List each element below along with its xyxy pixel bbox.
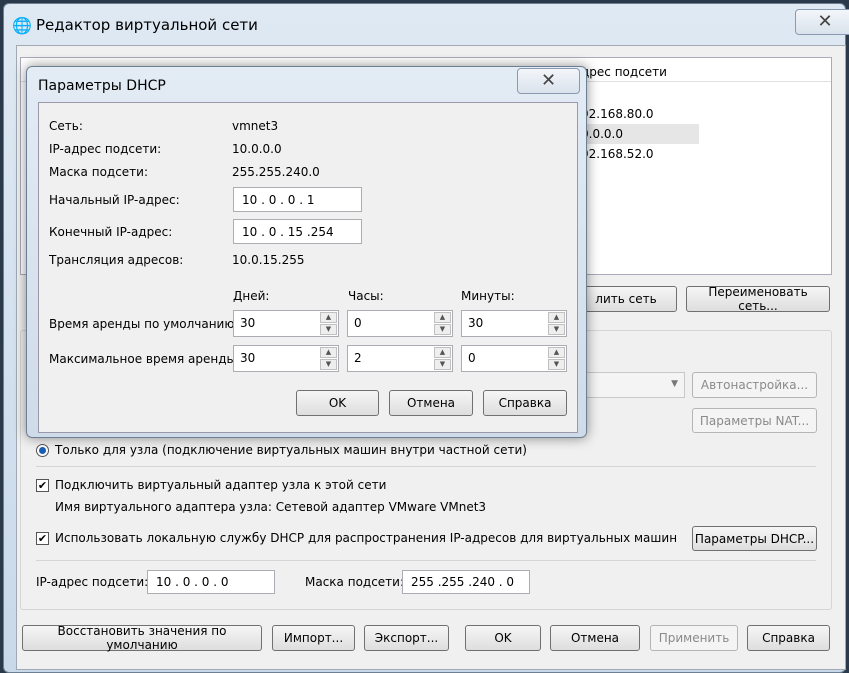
list-row[interactable]: 92.168.80.0 [581,107,654,121]
rename-network-button[interactable]: Переименовать сеть... [686,285,830,313]
network-value: vmnet3 [232,119,279,133]
nat-settings-button[interactable]: Параметры NAT... [692,408,817,433]
restore-defaults-button[interactable]: Восстановить значения по умолчанию [22,624,262,652]
adapter-name-text: Имя виртуального адаптера узла: Сетевой … [55,500,487,514]
broadcast-value: 10.0.15.255 [232,253,305,267]
chevron-down-icon: ▼ [671,379,678,389]
close-button[interactable]: ✕ [795,9,849,35]
up-arrow-icon[interactable]: ▲ [548,347,565,358]
default-hours-spinner[interactable]: 0 ▲ ▼ [347,310,453,337]
dialog-cancel-button[interactable]: Отмена [389,390,473,416]
down-arrow-icon[interactable]: ▼ [320,324,337,335]
use-dhcp-checkbox[interactable]: ✔ [36,532,49,545]
bridge-dropdown[interactable]: ▼ [580,372,685,398]
export-button[interactable]: Экспорт... [364,625,449,651]
max-days-spinner[interactable]: 30 ▲ ▼ [233,345,339,372]
end-ip-label: Конечный IP-адрес: [49,225,173,239]
max-hours-spinner[interactable]: 2 ▲ ▼ [347,345,453,372]
down-arrow-icon[interactable]: ▼ [548,359,565,370]
down-arrow-icon[interactable]: ▼ [548,324,565,335]
dhcp-settings-button[interactable]: Параметры DHCP... [692,526,817,551]
globe-icon: 🌐 [12,16,32,35]
use-dhcp-label: Использовать локальную службу DHCP для р… [55,531,678,545]
subnet-ip-input[interactable]: 10 . 0 . 0 . 0 [147,570,275,594]
dialog-panel: Сеть: vmnet3 IP-адрес подсети: 10.0.0.0 … [38,102,578,433]
help-button[interactable]: Справка [747,625,830,651]
up-arrow-icon[interactable]: ▲ [434,347,451,358]
window-title: Редактор виртуальной сети [36,16,258,34]
host-only-label: Только для узла (подключение виртуальных… [55,443,527,457]
list-row[interactable]: 0.0.0.0 [581,127,623,141]
connect-adapter-checkbox[interactable]: ✔ [36,479,49,492]
default-days-spinner[interactable]: 30 ▲ ▼ [233,310,339,337]
start-ip-label: Начальный IP-адрес: [49,193,180,207]
down-arrow-icon[interactable]: ▼ [434,359,451,370]
subnet-mask-label: Маска подсети: [305,575,405,589]
max-minutes-spinner[interactable]: 0 ▲ ▼ [461,345,567,372]
end-ip-input[interactable]: 10 . 0 . 15 .254 [233,219,362,244]
default-lease-label: Время аренды по умолчанию: [49,317,239,331]
dialog-close-button[interactable]: ✕ [517,68,580,94]
network-label: Сеть: [49,119,83,133]
subnet-ip-value: 10.0.0.0 [232,142,282,156]
mask-label: Маска подсети: [49,165,149,179]
up-arrow-icon[interactable]: ▲ [320,347,337,358]
up-arrow-icon[interactable]: ▲ [548,312,565,323]
connect-adapter-label: Подключить виртуальный адаптер узла к эт… [55,478,387,492]
up-arrow-icon[interactable]: ▲ [320,312,337,323]
import-button[interactable]: Импорт... [272,625,355,651]
broadcast-label: Трансляция адресов: [49,253,184,267]
ok-button[interactable]: OK [465,625,541,651]
mask-value: 255.255.240.0 [232,165,320,179]
column-header-subnet[interactable]: дрес подсети [581,65,667,79]
apply-button[interactable]: Применить [650,625,738,651]
up-arrow-icon[interactable]: ▲ [434,312,451,323]
subnet-ip-label: IP-адрес подсети: [36,575,149,589]
max-lease-label: Максимальное время аренды: [49,352,241,366]
dialog-ok-button[interactable]: OK [296,390,379,416]
hours-header: Часы: [348,289,384,303]
auto-setup-button[interactable]: Автонастройка... [692,372,817,398]
dialog-help-button[interactable]: Справка [483,390,567,416]
subnet-ip-label: IP-адрес подсети: [49,142,162,156]
dialog-title: Параметры DHCP [38,78,166,94]
down-arrow-icon[interactable]: ▼ [434,324,451,335]
down-arrow-icon[interactable]: ▼ [320,359,337,370]
host-only-radio[interactable] [36,444,49,457]
dhcp-settings-dialog: Параметры DHCP ✕ Сеть: vmnet3 IP-адрес п… [26,66,587,438]
days-header: Дней: [233,289,270,303]
default-minutes-spinner[interactable]: 30 ▲ ▼ [461,310,567,337]
start-ip-input[interactable]: 10 . 0 . 0 . 1 [233,187,362,212]
cancel-button[interactable]: Отмена [550,625,640,651]
remove-network-button[interactable]: лить сеть [575,286,677,312]
minutes-header: Минуты: [461,289,515,303]
list-row[interactable]: 92.168.52.0 [581,147,654,161]
subnet-mask-input[interactable]: 255 .255 .240 . 0 [402,570,530,594]
